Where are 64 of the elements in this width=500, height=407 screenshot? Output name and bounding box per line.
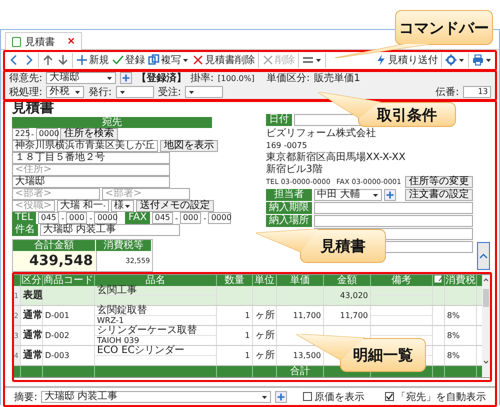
column-header: 消費税等 bbox=[96, 240, 152, 251]
fax-label: FAX bbox=[125, 212, 150, 224]
building-text: 新宿ビル3階 bbox=[266, 164, 324, 175]
field-label: 発行: bbox=[88, 86, 112, 99]
tel-label: TEL bbox=[12, 212, 36, 224]
table-cell: 1 bbox=[217, 326, 253, 345]
table-cell: ヶ所 bbox=[253, 306, 277, 325]
table-cell: 1 bbox=[217, 306, 253, 325]
dash: - bbox=[89, 214, 92, 222]
field-label: 受注: bbox=[158, 86, 182, 99]
field-label: 税処理: bbox=[9, 86, 42, 99]
staff-label: 担当者 bbox=[266, 189, 312, 201]
table-cell: 通常 bbox=[21, 326, 43, 345]
callout-tooltip-label: 見積書 bbox=[320, 237, 366, 255]
callout-tooltip-label: コマンドバー bbox=[399, 18, 489, 36]
checkbox-label: 原価を表示 bbox=[314, 390, 364, 404]
address-text: 東京都新宿区高田馬場XX-X-XX bbox=[266, 152, 406, 163]
table-cell: 8% bbox=[445, 306, 477, 325]
dash: - bbox=[175, 214, 178, 222]
table-cell: ヶ所 bbox=[253, 346, 277, 365]
table-cell: 1 bbox=[217, 346, 253, 365]
table-cell: 玄関工事 bbox=[95, 286, 217, 296]
table-cell: 8% bbox=[445, 346, 477, 365]
table-cell: D-001 bbox=[43, 306, 95, 325]
footer-label: 合計 bbox=[277, 366, 324, 377]
table-cell: 玄関錠取替 bbox=[95, 306, 217, 316]
rate-value: [100.0%] bbox=[218, 74, 254, 82]
company-name: ビズリフォーム株式会社 bbox=[266, 128, 377, 139]
callout-tooltip-label: 明細一覧 bbox=[353, 346, 413, 364]
tab-label: 見積書 bbox=[25, 36, 55, 48]
field-label: 伝番: bbox=[436, 86, 459, 99]
field-label: 単価区分: bbox=[266, 72, 310, 85]
column-header: 合計金額 bbox=[13, 240, 96, 251]
status-label: 【登録済】 bbox=[136, 71, 186, 85]
field-label: 納入場所 bbox=[266, 215, 312, 227]
total-amount: 439,548 bbox=[13, 251, 96, 271]
table-cell: 表題 bbox=[21, 286, 43, 305]
price-class-value: 販売単価1 bbox=[314, 72, 360, 85]
field-label: 得意先: bbox=[9, 72, 42, 85]
dash: - bbox=[31, 130, 34, 138]
table-cell: D-002 bbox=[43, 326, 95, 345]
subject-label: 件名 bbox=[12, 224, 38, 236]
field-label: 納入期限 bbox=[266, 202, 312, 214]
field-label: 掛率: bbox=[190, 72, 214, 85]
table-cell: 8% bbox=[445, 326, 477, 345]
callout-tooltip-label: 取引条件 bbox=[377, 106, 437, 124]
table-cell: 43,020 bbox=[324, 286, 371, 305]
field-label: 摘要: bbox=[14, 390, 38, 404]
table-cell: シリンダーケース取替 bbox=[95, 326, 217, 336]
dash: - bbox=[61, 214, 64, 222]
table-cell: D-003 bbox=[43, 346, 95, 365]
date-label: 日付 bbox=[266, 114, 292, 126]
table-cell: 通常 bbox=[21, 306, 43, 325]
table-cell: 通常 bbox=[21, 346, 43, 365]
postal-code: 169 -0075 bbox=[266, 140, 308, 151]
table-cell: 11,700 bbox=[277, 306, 324, 325]
table-cell: WRZ-1 bbox=[95, 316, 217, 325]
dash: - bbox=[203, 214, 206, 222]
section-header: 宛先 bbox=[12, 117, 212, 128]
table-cell: ECO ECシリンダー bbox=[95, 346, 217, 356]
table-cell: TAIOH 039 bbox=[95, 336, 217, 345]
table-cell: ヶ所 bbox=[253, 326, 277, 345]
checkbox-label: 「宛先」を自動表示 bbox=[396, 390, 486, 404]
table-cell: 11,700 bbox=[324, 306, 371, 325]
